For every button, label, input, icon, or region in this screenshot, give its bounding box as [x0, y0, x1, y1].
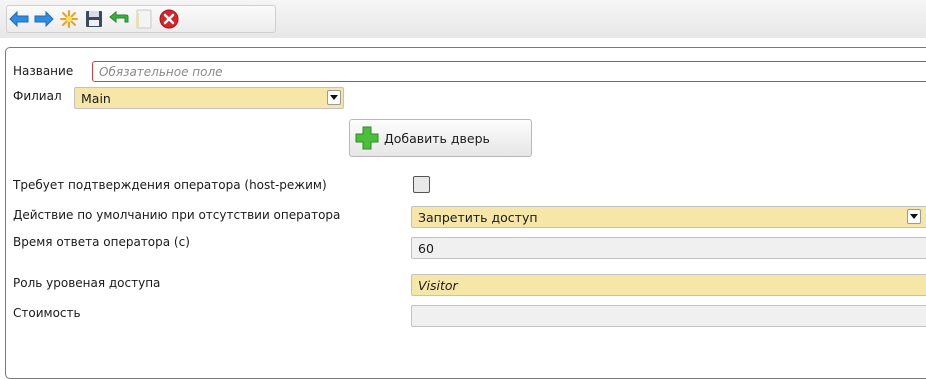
return-arrow-icon [109, 11, 129, 24]
forward-button[interactable] [34, 9, 54, 29]
branch-label: Филиал [13, 89, 62, 103]
branch-select-value: Main [81, 90, 111, 106]
add-door-button[interactable]: Добавить дверь [349, 119, 532, 157]
arrow-left-icon [9, 11, 29, 27]
default-action-label: Действие по умолчанию при отсутствии опе… [13, 208, 341, 222]
access-role-value: Visitor [418, 277, 458, 293]
undo-button[interactable] [109, 9, 129, 29]
chevron-down-icon[interactable] [327, 90, 341, 105]
access-role-select[interactable]: Visitor [411, 274, 926, 296]
plus-icon [355, 126, 379, 150]
toolbar-group [6, 5, 276, 33]
branch-select[interactable]: Main [74, 87, 344, 109]
document-icon [136, 9, 152, 29]
copy-button[interactable] [134, 9, 154, 29]
floppy-disk-icon [86, 11, 102, 27]
save-button[interactable] [84, 9, 104, 29]
name-input[interactable]: Обязательное поле [92, 61, 926, 82]
add-door-label: Добавить дверь [384, 130, 490, 146]
response-time-label: Время ответа оператора (с) [13, 235, 190, 249]
close-button[interactable] [159, 9, 179, 29]
chevron-down-icon[interactable] [907, 209, 921, 224]
back-button[interactable] [9, 9, 29, 29]
response-time-value: 60 [418, 240, 434, 256]
cost-input[interactable] [411, 305, 926, 327]
response-time-input[interactable]: 60 [411, 237, 926, 259]
host-mode-label: Требует подтверждения оператора (host-ре… [13, 178, 327, 192]
default-action-value: Запретить доступ [418, 209, 538, 225]
default-action-select[interactable]: Запретить доступ [411, 206, 926, 228]
new-button[interactable] [59, 9, 79, 29]
toolbar [0, 0, 926, 38]
close-icon [159, 9, 179, 29]
cost-label: Стоимость [13, 306, 81, 320]
host-mode-checkbox[interactable] [413, 176, 430, 193]
name-label: Название [13, 64, 74, 78]
access-role-label: Роль уровеная доступа [13, 276, 161, 290]
sparkle-icon [60, 10, 78, 28]
arrow-right-icon [34, 11, 54, 27]
